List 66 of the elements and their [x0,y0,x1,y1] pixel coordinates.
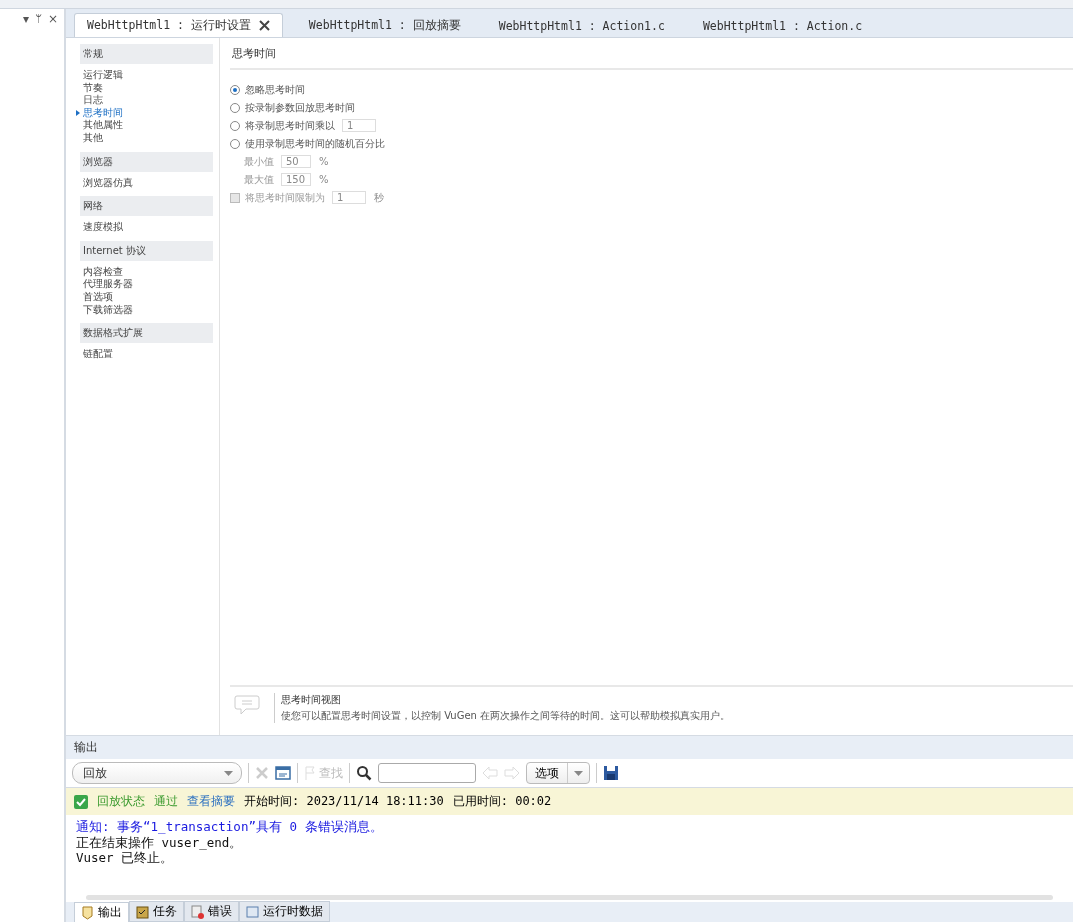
nav-item[interactable]: 链配置 [76,348,210,361]
unit-label: % [319,174,329,185]
option-label: 最小值 [244,154,274,169]
panel-tab[interactable]: 任务 [129,901,184,922]
unit-label: 秒 [374,190,384,205]
error-icon [191,904,204,919]
nav-section-header: 网络 [80,196,213,217]
caret-icon [224,770,233,776]
nav-item[interactable]: 日志 [76,94,210,107]
input-field[interactable]: 1 [342,119,376,132]
search-field[interactable] [378,763,476,783]
summary-link[interactable]: 查看摘要 [187,793,235,810]
page-title: 思考时间 [230,44,1073,70]
nav-item[interactable]: 思考时间 [76,106,210,120]
nav-item[interactable]: 内容检查 [76,265,210,279]
nav-item[interactable]: 其他属性 [76,119,210,132]
help-title: 思考时间视图 [281,693,342,707]
option-label: 忽略思考时间 [245,82,305,97]
output-icon [81,905,94,920]
nav-item[interactable]: 下载筛选器 [76,303,210,317]
document-tab[interactable]: WebHttpHtml1 : Action1.c [486,15,677,37]
caret-icon[interactable] [574,770,583,776]
speech-bubble-icon [234,695,260,715]
nav-section-header: 浏览器 [80,151,213,172]
option-label: 将录制思考时间乘以 [245,118,335,133]
nav-item[interactable]: 其他 [76,131,210,145]
nav-section-header: 数据格式扩展 [80,323,213,344]
options-dropdown[interactable]: 选项 [526,762,590,784]
source-dropdown[interactable]: 回放 [72,762,242,784]
panel-tab[interactable]: 错误 [184,901,239,922]
nav-item[interactable]: 运行逻辑 [76,69,210,82]
nav-item[interactable]: 速度模拟 [76,221,210,234]
save-icon[interactable] [603,765,619,781]
panel-tab[interactable]: 运行时数据 [239,901,330,922]
task-icon [136,904,149,919]
nav-section-header: Internet 协议 [80,240,213,261]
document-tab[interactable]: WebHttpHtml1 : Action.c [690,15,875,37]
option-label: 最大值 [244,172,274,187]
nav-item[interactable]: 首选项 [76,290,210,304]
panel-title: 输出 [66,736,1073,759]
window-icon[interactable] [275,766,291,780]
option-label: 按录制参数回放思考时间 [245,100,355,115]
document-tab[interactable]: WebHttpHtml1 : 运行时设置 [74,13,283,37]
help-text: 使您可以配置思考时间设置，以控制 VuGen 在两次操作之间等待的时间。这可以帮助模拟真实用户。 [281,709,731,723]
nav-item[interactable]: 节奏 [76,81,210,95]
flag-icon [304,766,316,780]
nav-item[interactable]: 代理服务器 [76,278,210,291]
start-time: 开始时间: 2023/11/14 18:11:30 [244,793,444,810]
clear-icon[interactable] [255,766,269,780]
log-line: Vuser 已终止。 [76,850,175,866]
nav-section-header: 常规 [80,44,213,64]
option-label: 使用录制思考时间的随机百分比 [245,136,385,151]
log-line: 正在结束操作 vuser_end。 [76,834,244,850]
search-icon[interactable] [356,765,372,781]
panel-tab[interactable]: 输出 [74,902,129,922]
document-tab[interactable]: WebHttpHtml1 : 回放摘要 [296,14,473,37]
status-label: 回放状态 [97,793,145,810]
option-label: 将思考时间限制为 [245,190,325,205]
close-icon[interactable] [258,20,270,31]
status-result: 通过 [154,793,178,810]
scrollbar-thumb[interactable] [86,895,1053,900]
elapsed-time: 已用时间: 00:02 [452,793,552,810]
data-icon [246,904,259,919]
log-line: 通知: 事务“1_transaction”具有 0 条错误消息。 [76,819,384,835]
unit-label: % [319,156,329,167]
nav-item[interactable]: 浏览器仿真 [76,176,210,190]
